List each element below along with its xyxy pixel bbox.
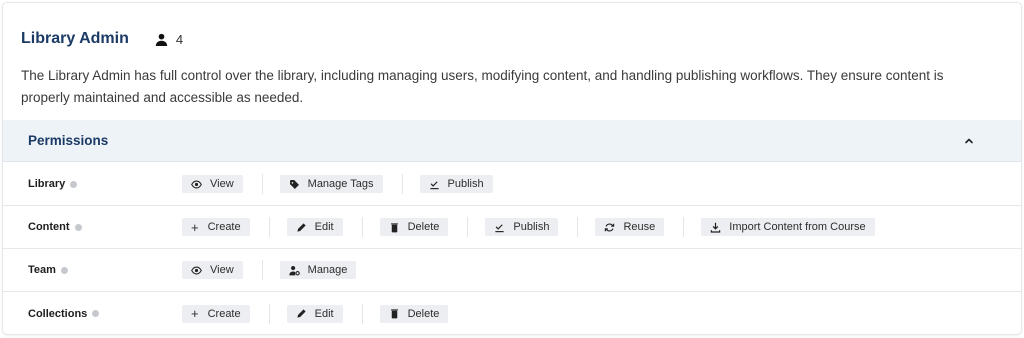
plus-icon: + [191,306,199,321]
action-chip-create[interactable]: + Create [182,218,250,236]
action-cell: Edit [286,217,363,237]
permission-row-team: Team View Manage [3,249,1021,292]
permission-row-collections: Collections + Create Edit Delete [3,292,1021,334]
action-label: Delete [407,221,440,233]
collapse-permissions-button[interactable] [963,134,975,146]
action-cell: Publish [485,217,579,237]
info-icon[interactable] [60,266,68,274]
permission-row-label-text: Library [28,178,66,190]
action-cell: View [182,260,263,280]
action-chip-manage[interactable]: Manage [279,261,357,279]
permission-actions: + Create Edit Delete [182,292,484,334]
action-chip-delete[interactable]: Delete [379,218,449,236]
action-chip-manage-tags[interactable]: Manage Tags [279,175,383,193]
permission-row-label: Library [28,178,78,190]
info-icon[interactable] [92,310,100,317]
user-count-value: 4 [175,31,184,47]
trash-icon [390,309,398,319]
permission-actions: + Create Edit Delete Publish Reuse Import Cont… [182,206,911,249]
role-description: The Library Admin has full control over … [21,68,944,105]
action-chip-edit[interactable]: Edit [286,304,343,323]
permission-row-label-text: Content [28,221,70,233]
action-label: Manage [307,264,348,276]
download-icon [711,222,721,233]
action-chip-edit[interactable]: Edit [286,218,343,236]
chevron-up-icon [965,138,973,144]
action-chip-view[interactable]: View [182,175,243,193]
plus-icon: + [191,219,199,235]
action-cell: Manage [279,260,376,280]
user-count: 4 [155,32,183,47]
publish-icon [495,223,505,232]
action-cell: View [182,174,263,194]
action-chip-publish[interactable]: Publish [485,218,559,236]
role-header: Library Admin 4 [21,27,183,51]
action-cell: Delete [379,304,468,324]
action-cell: Edit [286,303,363,324]
action-cell: Reuse [595,217,685,237]
permission-row-label-text: Collections [28,307,88,320]
role-title: Library Admin [21,30,129,47]
action-cell: + Create [182,303,270,324]
action-chip-delete[interactable]: Delete [379,304,449,323]
action-chip-reuse[interactable]: Reuse [595,218,665,236]
pencil-icon [297,309,306,318]
action-label: View [210,178,234,190]
publish-icon [429,180,439,189]
action-label: Delete [407,307,440,320]
action-label: Reuse [623,221,656,233]
action-chip-create[interactable]: + Create [182,304,250,323]
action-cell: Publish [419,174,512,194]
permission-row-label: Content [28,221,82,233]
action-chip-view[interactable]: View [182,261,243,279]
permission-actions: View Manage [182,249,392,292]
action-label: Create [207,221,241,233]
permission-row-label: Collections [28,307,100,320]
info-icon[interactable] [70,180,78,188]
action-label: Publish [513,221,550,233]
action-label: Create [207,307,241,320]
user-gear-icon [289,265,300,275]
role-card: Library Admin 4 The Library Admin has fu… [3,3,1021,334]
eye-icon [191,180,202,188]
permission-row-label: Team [28,264,68,276]
action-label: Edit [314,221,334,233]
permission-actions: View Manage Tags Publish [182,163,529,206]
user-icon [155,33,168,46]
action-chip-import-content-from-course[interactable]: Import Content from Course [701,218,875,236]
permissions-title: Permissions [28,133,109,148]
action-label: Edit [314,307,334,320]
pencil-icon [297,222,306,232]
action-label: View [210,264,234,276]
info-icon[interactable] [74,223,82,231]
permission-row-label-text: Team [28,264,56,276]
eye-icon [191,266,202,274]
action-label: Manage Tags [307,178,374,190]
action-label: Import Content from Course [729,221,866,233]
permission-row-library: Library View Manage Tags Publish [3,163,1021,206]
permissions-header[interactable]: Permissions [3,120,1021,162]
permission-row-content: Content + Create Edit Delete Publish Reuse Impo… [3,206,1021,249]
action-cell: Import Content from Course [701,217,893,237]
refresh-icon [605,223,615,231]
action-cell: Manage Tags [279,174,403,194]
action-label: Publish [447,178,484,190]
trash-icon [390,222,398,232]
tag-icon [289,179,299,189]
action-chip-publish[interactable]: Publish [419,175,493,193]
action-cell: Delete [379,217,469,237]
action-cell: + Create [182,217,270,237]
